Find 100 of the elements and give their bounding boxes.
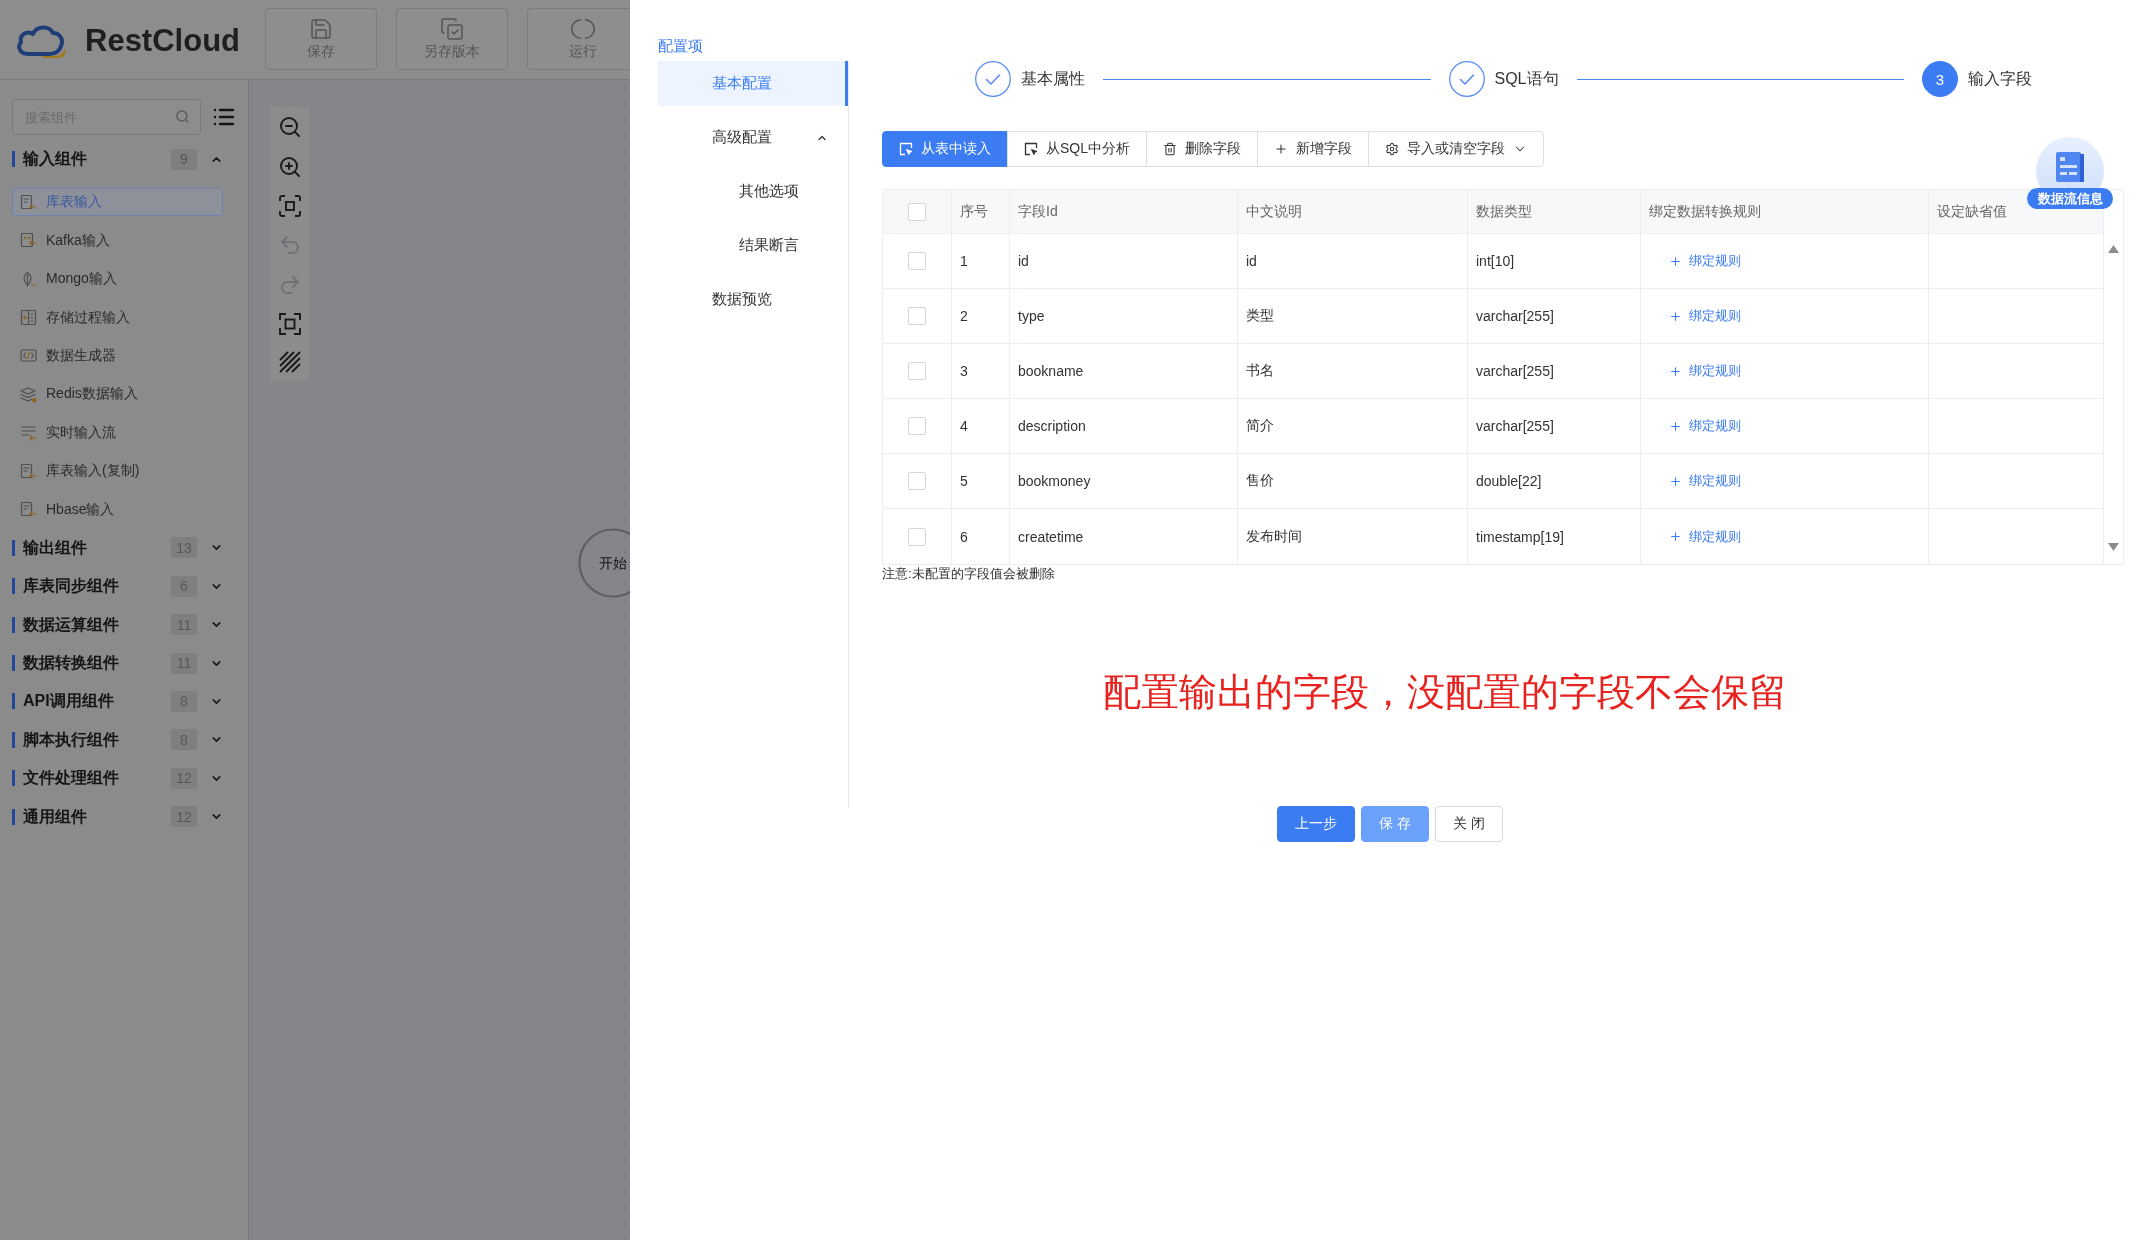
checkbox[interactable] [908, 202, 926, 221]
bind-rule-link[interactable]: 绑定规则 [1669, 362, 1741, 380]
table-cell: double[22] [1468, 454, 1641, 508]
column-header: 数据类型 [1468, 190, 1641, 233]
zoom-in-icon[interactable] [277, 155, 302, 179]
checkbox[interactable] [908, 362, 926, 380]
group-title[interactable]: 数据运算组件 [12, 616, 119, 633]
copy-check-icon [440, 17, 464, 41]
table-cell: 4 [952, 399, 1010, 453]
bind-rule-link[interactable]: 绑定规则 [1669, 417, 1741, 435]
component-item[interactable]: Kafka输入 [12, 226, 223, 255]
table-cell: 3 [952, 344, 1010, 398]
zoom-out-icon[interactable] [277, 115, 302, 139]
table-cell: id [1010, 234, 1238, 288]
component-item[interactable]: 库表输入(复制) [12, 457, 223, 486]
toolbar-button[interactable]: 新增字段 [1257, 131, 1369, 167]
menu-item[interactable]: 高级配置 [658, 115, 848, 160]
component-item[interactable]: 存储过程输入 [12, 303, 223, 332]
focus-icon[interactable] [278, 195, 301, 217]
plus-icon [1274, 142, 1288, 156]
step-label: 基本属性 [1021, 68, 1085, 89]
checkbox[interactable] [908, 252, 926, 270]
plus-icon [1669, 309, 1682, 323]
bind-rule-link[interactable]: 绑定规则 [1669, 307, 1741, 325]
layers-icon [20, 385, 37, 403]
table-cell: 2 [952, 289, 1010, 343]
lines-arrow-icon [20, 424, 37, 442]
table-cell: int[10] [1468, 234, 1641, 288]
plus-icon [1669, 474, 1682, 488]
column-header: 中文说明 [1238, 190, 1468, 233]
plus-icon [1669, 254, 1682, 268]
menu-title: 配置项 [658, 36, 703, 56]
group-title[interactable]: 通用组件 [12, 808, 87, 825]
document-dots-icon [20, 232, 37, 250]
split-panel-icon [20, 309, 37, 327]
checkbox[interactable] [908, 417, 926, 435]
group-title[interactable]: 文件处理组件 [12, 770, 119, 787]
table-cell: type [1010, 289, 1238, 343]
component-item[interactable]: 实时输入流 [12, 418, 223, 447]
group-title[interactable]: 库表同步组件 [12, 578, 119, 595]
table-cell: varchar[255] [1468, 344, 1641, 398]
menu-item[interactable]: 基本配置 [658, 61, 848, 106]
component-item[interactable]: Hbase输入 [12, 495, 223, 524]
menu-item[interactable]: 其他选项 [658, 169, 848, 214]
table-cell: varchar[255] [1468, 289, 1641, 343]
toolbar-button[interactable]: 从表中读入 [882, 131, 1008, 167]
step-label: 输入字段 [1968, 68, 2032, 89]
footer-button[interactable]: 上一步 [1277, 806, 1355, 842]
table-cell: 简介 [1238, 399, 1468, 453]
table-cell: 发布时间 [1238, 509, 1468, 564]
group-title[interactable]: API调用组件 [12, 693, 114, 710]
table-cell: createtime [1010, 509, 1238, 564]
menu-item[interactable]: 数据预览 [658, 277, 848, 322]
column-header: 序号 [952, 190, 1010, 233]
bind-rule-link[interactable]: 绑定规则 [1669, 472, 1741, 490]
group-title[interactable]: 输入组件 [12, 151, 87, 168]
menu-item[interactable]: 结果断言 [658, 223, 848, 268]
toolbar-button[interactable]: 从SQL中分析 [1007, 131, 1147, 167]
checkbox[interactable] [908, 307, 926, 325]
code-box-icon [20, 347, 37, 365]
table-cell: bookmoney [1010, 454, 1238, 508]
cursor-square-icon [1024, 142, 1038, 156]
document-arrow-icon [20, 193, 37, 211]
table-cell: description [1010, 399, 1238, 453]
group-title[interactable]: 数据转换组件 [12, 655, 119, 672]
table-cell: 类型 [1238, 289, 1468, 343]
flow-info-button[interactable]: 数据流信息 [2027, 188, 2113, 209]
start-node[interactable]: 开始 [578, 528, 630, 598]
group-title[interactable]: 脚本执行组件 [12, 731, 119, 748]
toolbar-button[interactable]: 删除字段 [1146, 131, 1258, 167]
trash-icon [1163, 142, 1177, 156]
cursor-square-icon [899, 142, 913, 156]
checkbox[interactable] [908, 527, 926, 546]
frame-icon[interactable] [278, 313, 301, 335]
component-item[interactable]: 库表输入 [12, 188, 223, 217]
checkbox[interactable] [908, 472, 926, 490]
bind-rule-link[interactable]: 绑定规则 [1669, 527, 1741, 546]
component-item[interactable]: Redis数据输入 [12, 380, 223, 409]
group-title[interactable]: 输出组件 [12, 539, 87, 556]
table-cell: 1 [952, 234, 1010, 288]
footer-button[interactable]: 保 存 [1361, 806, 1429, 842]
component-item[interactable]: Mongo输入 [12, 265, 223, 294]
scroll-up-icon[interactable] [2108, 245, 2119, 253]
scroll-down-icon[interactable] [2108, 543, 2119, 551]
hatch-icon[interactable] [278, 351, 301, 373]
brand-name: RestCloud [85, 23, 240, 59]
bind-rule-link[interactable]: 绑定规则 [1669, 252, 1741, 270]
table-cell: 售价 [1238, 454, 1468, 508]
note-text: 注意:未配置的字段值会被删除 [882, 565, 1055, 583]
toolbar-button[interactable]: 另存版本 [396, 8, 508, 70]
leaf-icon [20, 270, 37, 288]
table-cell: 6 [952, 509, 1010, 564]
toolbar-button[interactable]: 导入或清空字段 [1368, 131, 1544, 167]
step-label: SQL语句 [1494, 68, 1559, 89]
settings-icon [1385, 142, 1399, 156]
footer-button[interactable]: 关 闭 [1434, 806, 1503, 842]
plus-icon [1669, 530, 1682, 543]
document-arrow-icon [20, 501, 37, 518]
component-item[interactable]: 数据生成器 [12, 341, 223, 370]
toolbar-button[interactable]: 保存 [265, 8, 377, 70]
